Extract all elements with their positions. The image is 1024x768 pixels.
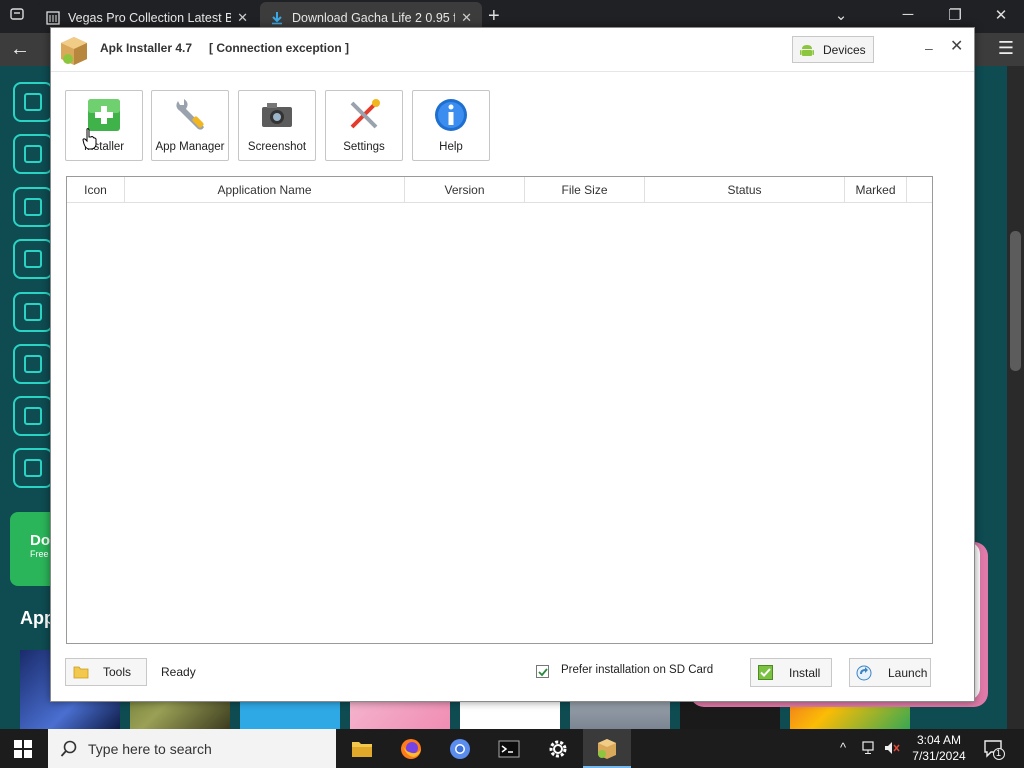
- volume-muted-icon[interactable]: [884, 741, 900, 755]
- toolbar-label: Settings: [343, 141, 385, 153]
- tools-label: Tools: [103, 665, 132, 679]
- tab-close-icon[interactable]: ✕: [461, 10, 472, 26]
- launch-label: Launch: [888, 665, 928, 680]
- checkmark-icon: [538, 668, 548, 677]
- new-tab-button[interactable]: +: [488, 5, 500, 27]
- application-list[interactable]: Icon Application Name Version File Size …: [66, 176, 933, 644]
- taskbar-settings[interactable]: [534, 729, 582, 768]
- help-button[interactable]: Help: [412, 90, 490, 161]
- gear-icon: [549, 740, 567, 758]
- toolbar-label: Installer: [83, 141, 125, 153]
- apk-installer-window: Apk Installer 4.7 [ Connection exception…: [50, 27, 975, 702]
- column-header-file-size[interactable]: File Size: [525, 177, 645, 203]
- settings-button[interactable]: Settings: [325, 90, 403, 161]
- taskbar-file-explorer[interactable]: [338, 729, 386, 768]
- search-placeholder: Type here to search: [88, 740, 212, 757]
- camera-icon: [262, 103, 292, 127]
- taskbar-terminal[interactable]: [485, 729, 533, 768]
- apk-installer-icon: [598, 739, 616, 759]
- column-header-marked[interactable]: Marked: [845, 177, 907, 203]
- mouse-cursor-hand-icon: [82, 128, 97, 150]
- folder-icon: [352, 742, 372, 757]
- application-list-header: Icon Application Name Version File Size …: [67, 177, 932, 203]
- network-icon[interactable]: [862, 741, 878, 755]
- tab-title: Vegas Pro Collection Latest Buil: [68, 10, 232, 25]
- window-restore-button[interactable]: ❐: [940, 6, 970, 24]
- sidebar-icon-megaphone[interactable]: [13, 292, 53, 332]
- window-minimize-button[interactable]: ─: [893, 6, 923, 23]
- check-box-icon: [758, 665, 773, 680]
- tab-list-dropdown-icon[interactable]: ⌄: [826, 6, 856, 24]
- sidebar-icon-user[interactable]: [13, 82, 53, 122]
- tools-icon: [350, 99, 380, 129]
- sidebar-icon-calendar[interactable]: [13, 187, 53, 227]
- chromium-icon: [450, 739, 470, 759]
- windows-start-icon[interactable]: [14, 740, 32, 758]
- connection-status: [ Connection exception ]: [209, 41, 350, 55]
- apk-installer-logo-icon: [61, 37, 87, 65]
- app-title-bar: Apk Installer 4.7 [ Connection exception…: [51, 28, 974, 72]
- search-icon: [60, 740, 77, 757]
- notification-count: 1: [996, 748, 1002, 758]
- toolbar-label: Help: [439, 141, 463, 153]
- clock-date: 7/31/2024: [912, 749, 966, 763]
- taskbar-chromium[interactable]: [436, 729, 484, 768]
- sidebar-icon-settings[interactable]: [13, 239, 53, 279]
- sidebar-icon-document[interactable]: [13, 134, 53, 174]
- back-button[interactable]: ←: [10, 38, 30, 61]
- window-close-button[interactable]: ✕: [986, 6, 1016, 24]
- sidebar-icon-shield[interactable]: [13, 344, 53, 384]
- download-arrow-icon: [272, 11, 282, 24]
- browser-menu-button[interactable]: ☰: [998, 38, 1014, 59]
- app-name: Apk Installer 4.7: [100, 41, 193, 55]
- toolbar-label: Screenshot: [247, 141, 307, 153]
- launch-arrow-icon: [856, 665, 872, 680]
- android-icon: [800, 44, 814, 56]
- installer-button[interactable]: Installer: [65, 90, 143, 161]
- app-minimize-button[interactable]: –: [925, 40, 933, 56]
- install-button[interactable]: Install: [750, 658, 832, 687]
- app-manager-button[interactable]: App Manager: [151, 90, 229, 161]
- sidebar-icon-bulb[interactable]: [13, 396, 53, 436]
- taskbar-apk-installer[interactable]: [583, 729, 631, 768]
- wrench-icon: [176, 99, 204, 130]
- status-text: Ready: [161, 665, 196, 679]
- notification-center-button[interactable]: 1: [983, 738, 1005, 760]
- sd-card-label: Prefer installation on SD Card: [561, 664, 714, 676]
- tab-close-icon[interactable]: ✕: [237, 10, 248, 26]
- sd-card-checkbox[interactable]: [536, 665, 549, 678]
- sidebar-icon-phone[interactable]: [13, 448, 53, 488]
- page-scrollbar[interactable]: [1007, 66, 1024, 729]
- install-label: Install: [789, 665, 821, 680]
- clock-time: 3:04 AM: [916, 733, 962, 747]
- column-header-status[interactable]: Status: [645, 177, 845, 203]
- taskbar-clock[interactable]: 3:04 AM 7/31/2024: [900, 732, 978, 764]
- page-icon: [46, 10, 60, 25]
- devices-label: Devices: [823, 42, 866, 57]
- tab-title: Download Gacha Life 2 0.95 for a: [292, 10, 455, 25]
- column-header-icon[interactable]: Icon: [67, 177, 125, 203]
- taskbar-search-input[interactable]: Type here to search: [48, 729, 336, 768]
- toolbar-label: App Manager: [155, 141, 225, 153]
- launch-button[interactable]: Launch: [849, 658, 931, 687]
- tools-button[interactable]: Tools: [65, 658, 147, 686]
- devices-button[interactable]: Devices: [792, 36, 874, 63]
- info-icon: [435, 99, 467, 131]
- screenshot-button[interactable]: Screenshot: [238, 90, 316, 161]
- tray-overflow-chevron-icon[interactable]: ^: [840, 740, 846, 755]
- column-header-version[interactable]: Version: [405, 177, 525, 203]
- windows-taskbar: Type here to search ^ 3:04 AM 7/31/2024 …: [0, 729, 1024, 768]
- taskbar-firefox[interactable]: [387, 729, 435, 768]
- column-header-application-name[interactable]: Application Name: [125, 177, 405, 203]
- tab-actions-icon[interactable]: [6, 6, 28, 26]
- notification-icon: [984, 740, 1005, 760]
- firefox-icon: [401, 739, 421, 759]
- app-close-button[interactable]: ✕: [950, 36, 963, 56]
- terminal-icon: [498, 740, 520, 758]
- folder-icon: [73, 666, 89, 679]
